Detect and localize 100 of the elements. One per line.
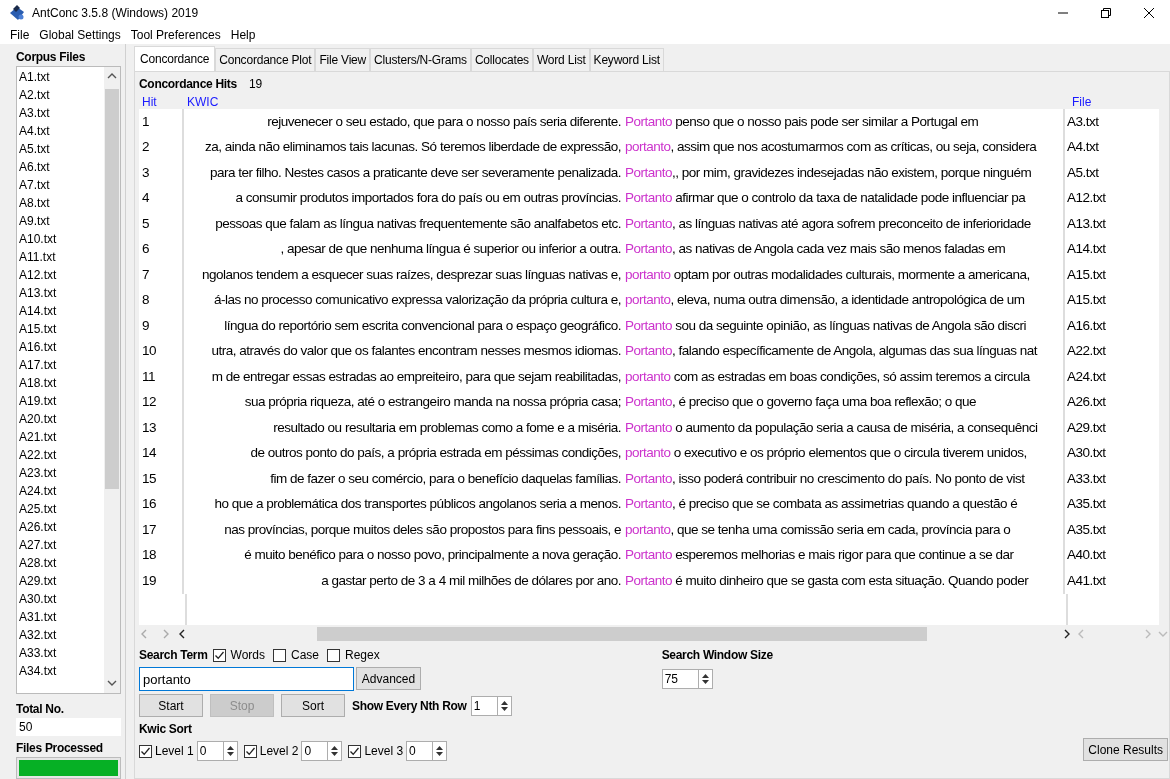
spin-up-icon[interactable] (701, 674, 709, 678)
context-text: ,, por mim, gravidezes indesejadas não existem, porque ninguém (672, 164, 1032, 180)
file-item[interactable]: A33.txt (19, 645, 102, 663)
file-item[interactable]: A26.txt (19, 519, 102, 537)
file-name: A30.txt (1063, 440, 1147, 466)
close-icon[interactable] (1144, 8, 1154, 18)
file-item[interactable]: A29.txt (19, 573, 102, 591)
column-header[interactable]: KWIC (187, 93, 1072, 109)
action-button[interactable]: Sort (281, 694, 345, 717)
checkbox[interactable] (139, 744, 152, 758)
action-button[interactable]: Start (139, 694, 203, 717)
context-text: é muito dinheiro que se gasta com esta situação. Quando poder (674, 572, 1029, 588)
file-name: A35.txt (1063, 517, 1147, 543)
file-item[interactable]: A19.txt (19, 393, 102, 411)
file-item[interactable]: A30.txt (19, 591, 102, 609)
menu-item[interactable]: File (10, 26, 30, 44)
spin-up-icon[interactable] (436, 746, 444, 750)
spin-down-icon[interactable] (500, 706, 508, 711)
spin-up-icon[interactable] (226, 746, 234, 750)
hit-number: 10 (139, 338, 184, 364)
hit-number: 17 (139, 517, 184, 543)
spin-up-icon[interactable] (331, 746, 339, 750)
checkbox[interactable] (212, 648, 226, 662)
spin-field[interactable]: 0 (196, 741, 223, 761)
search-field[interactable]: portanto (139, 667, 354, 691)
clone-results-button[interactable]: Clone Results (1083, 738, 1168, 761)
file-name: A15.txt (1063, 262, 1147, 288)
file-item[interactable]: A1.txt (19, 69, 102, 87)
context-text: utra, através do valor que os falantes encontram nesses mesmos idiomas. (210, 342, 622, 361)
tab[interactable]: Clusters/N-Grams (370, 48, 471, 71)
file-item[interactable]: A17.txt (19, 357, 102, 375)
file-item[interactable]: A16.txt (19, 339, 102, 357)
file-item[interactable]: A5.txt (19, 141, 102, 159)
file-item[interactable]: A12.txt (19, 267, 102, 285)
file-item[interactable]: A34.txt (19, 663, 102, 681)
checkbox[interactable] (272, 648, 286, 662)
spin-field[interactable]: 0 (406, 741, 433, 761)
file-item[interactable]: A7.txt (19, 177, 102, 195)
file-item[interactable]: A25.txt (19, 501, 102, 519)
tab[interactable]: Word List (532, 48, 590, 71)
context-text: , isso poderá contribuir no crescimento do país. No ponto de vist (672, 470, 1025, 486)
spin-down-icon[interactable] (436, 752, 444, 756)
file-item[interactable]: A10.txt (19, 231, 102, 249)
file-item[interactable]: A27.txt (19, 537, 102, 555)
spin-field[interactable]: 0 (301, 741, 328, 761)
file-item[interactable]: A18.txt (19, 375, 102, 393)
file-item[interactable]: A9.txt (19, 213, 102, 231)
file-item[interactable]: A21.txt (19, 429, 102, 447)
checkbox[interactable] (348, 744, 362, 758)
hit-number: 13 (139, 415, 184, 441)
file-item[interactable]: A11.txt (19, 249, 102, 267)
file-name: A41.txt (1063, 568, 1147, 594)
file-item[interactable]: A32.txt (19, 627, 102, 645)
hit-number: 15 (139, 466, 184, 492)
file-item[interactable]: A13.txt (19, 285, 102, 303)
tab[interactable]: Concordance Plot (215, 48, 316, 71)
nth-row-label: Show Every Nth Row (352, 697, 467, 715)
hits-count: 19 (248, 76, 263, 93)
file-item[interactable]: A31.txt (19, 609, 102, 627)
menu-item[interactable]: Global Settings (39, 26, 121, 44)
menu-item[interactable]: Help (230, 26, 256, 44)
menu-item[interactable]: Tool Preferences (130, 26, 221, 44)
scrollbar-thumb[interactable] (317, 626, 927, 641)
spin-field[interactable]: 1 (470, 695, 497, 716)
column-header[interactable]: Hit (139, 93, 187, 109)
tab[interactable]: Collocates (470, 48, 533, 71)
spin-up-icon[interactable] (500, 700, 508, 705)
tab[interactable]: Concordance (134, 46, 216, 71)
spin-down-icon[interactable] (226, 752, 234, 756)
column-header[interactable]: File (1072, 93, 1092, 109)
scroll-right-icon[interactable] (1062, 627, 1072, 640)
file-item[interactable]: A28.txt (19, 555, 102, 573)
file-item[interactable]: A3.txt (19, 105, 102, 123)
tab[interactable]: Keyword List (589, 48, 664, 71)
file-name: A4.txt (1063, 134, 1147, 160)
restore-icon[interactable] (1101, 8, 1111, 18)
advanced-button[interactable]: Advanced (356, 667, 421, 690)
file-name: A12.txt (1063, 185, 1147, 211)
file-item[interactable]: A14.txt (19, 303, 102, 321)
spin-down-icon[interactable] (701, 680, 709, 684)
checkbox[interactable] (243, 744, 257, 758)
file-item[interactable]: A2.txt (19, 87, 102, 105)
file-item[interactable]: A4.txt (19, 123, 102, 141)
keyword: Portanto (625, 572, 673, 588)
checkbox[interactable] (327, 648, 340, 662)
scroll-left-icon[interactable] (177, 627, 187, 640)
file-name: A14.txt (1063, 236, 1147, 262)
file-item[interactable]: A15.txt (19, 321, 102, 339)
context-text: a gastar perto de 3 a 4 mil milhões de dólares por ano. (320, 571, 622, 590)
file-item[interactable]: A6.txt (19, 159, 102, 177)
tab[interactable]: File View (315, 48, 371, 71)
context-text: penso que o nosso pais pode ser similar a Portugal em (674, 113, 979, 129)
spin-down-icon[interactable] (331, 752, 339, 756)
file-item[interactable]: A23.txt (19, 465, 102, 483)
context-text: língua do reportório sem escrita convencional para o espaço geográfico. (223, 316, 622, 335)
spin-field[interactable]: 75 (661, 669, 698, 689)
file-item[interactable]: A20.txt (19, 411, 102, 429)
file-item[interactable]: A22.txt (19, 447, 102, 465)
file-item[interactable]: A8.txt (19, 195, 102, 213)
file-item[interactable]: A24.txt (19, 483, 102, 501)
